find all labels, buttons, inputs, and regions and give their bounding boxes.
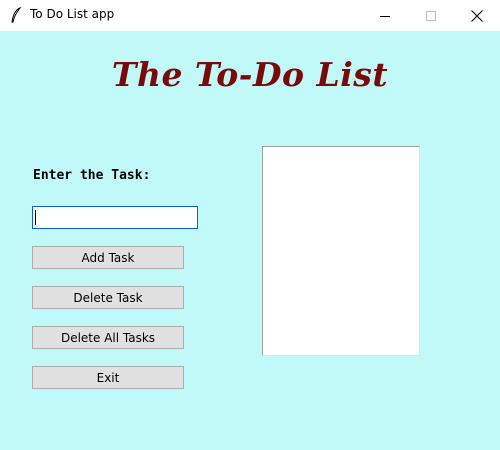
app-window: The To-Do List Enter the Task: Add Task … bbox=[0, 31, 500, 450]
minimize-button[interactable] bbox=[362, 0, 408, 31]
delete-task-button[interactable]: Delete Task bbox=[32, 286, 184, 309]
text-cursor bbox=[35, 210, 36, 225]
exit-button[interactable]: Exit bbox=[32, 366, 184, 389]
task-input[interactable] bbox=[32, 206, 198, 229]
maximize-icon bbox=[426, 10, 436, 21]
page-title: The To-Do List bbox=[111, 55, 389, 94]
task-label: Enter the Task: bbox=[33, 168, 151, 183]
delete-all-tasks-button[interactable]: Delete All Tasks bbox=[32, 326, 184, 349]
window-title: To Do List app bbox=[30, 7, 115, 21]
task-listbox[interactable] bbox=[262, 146, 420, 356]
minimize-icon bbox=[380, 15, 390, 17]
close-icon bbox=[471, 9, 483, 22]
add-task-button[interactable]: Add Task bbox=[32, 246, 184, 269]
feather-icon bbox=[11, 7, 22, 23]
close-button[interactable] bbox=[454, 0, 500, 31]
title-bar: To Do List app bbox=[0, 0, 500, 31]
maximize-button[interactable] bbox=[408, 0, 454, 31]
